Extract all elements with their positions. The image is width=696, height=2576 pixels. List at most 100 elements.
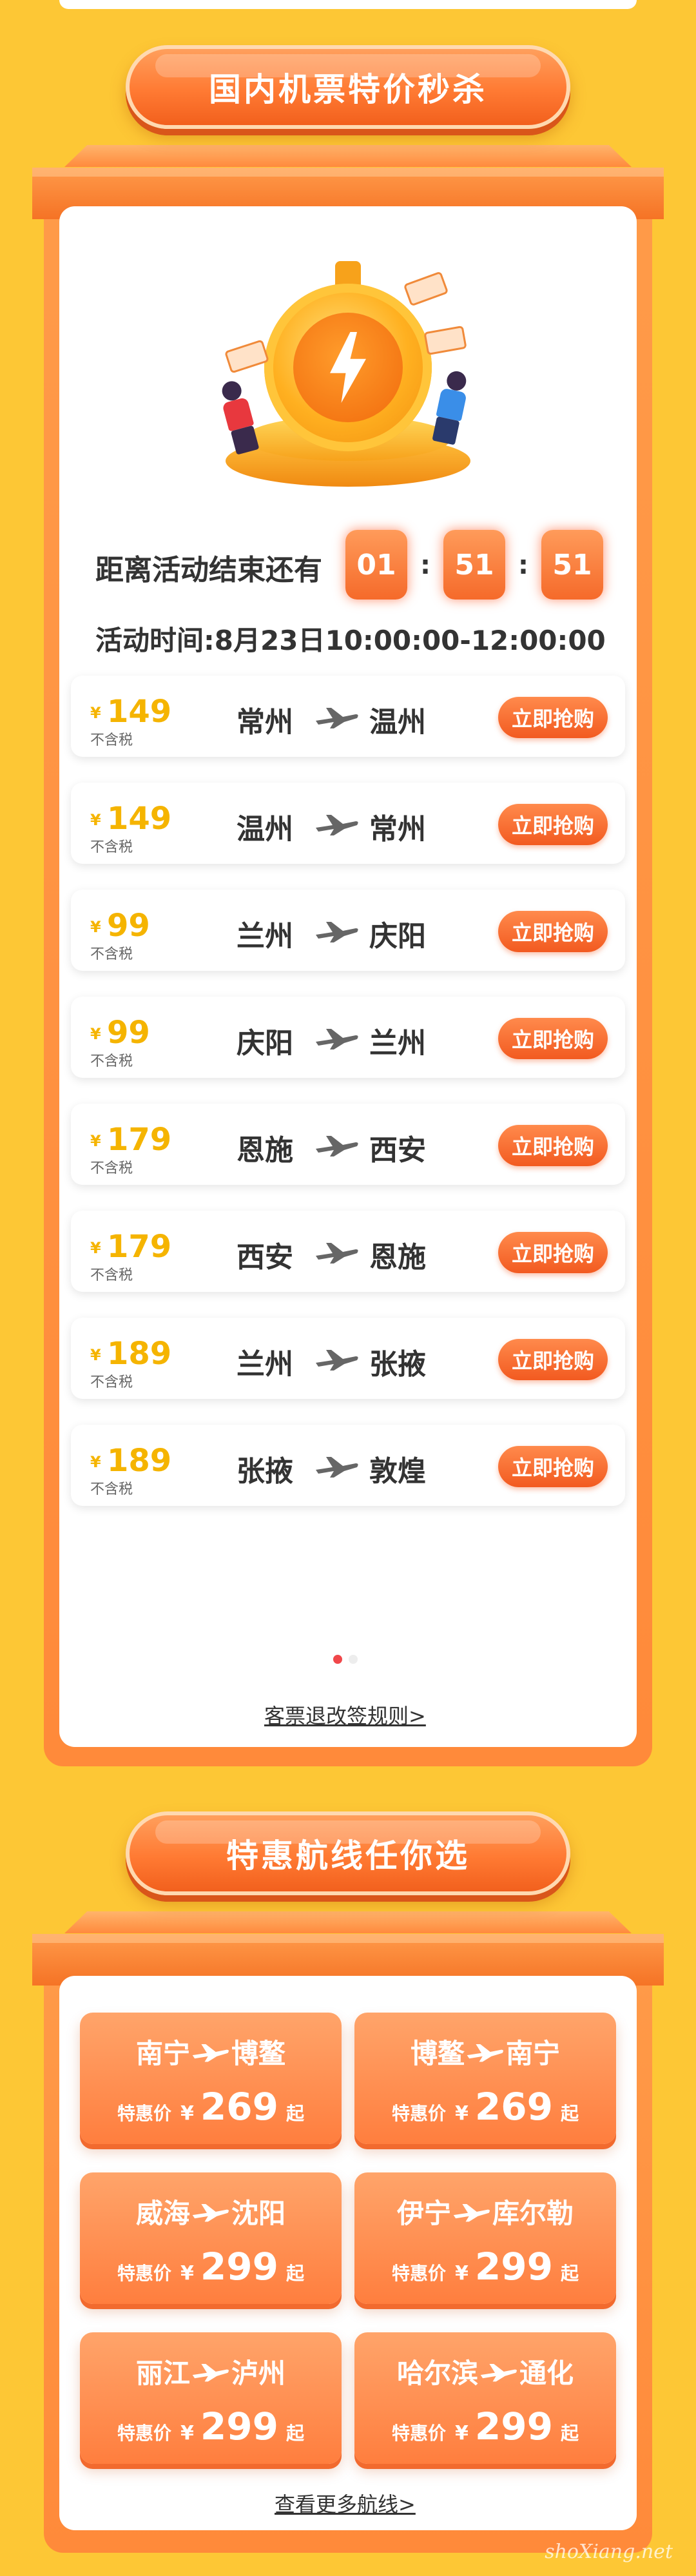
origin-city: 恩施 — [237, 1134, 293, 1167]
currency-symbol: ¥ — [180, 2262, 194, 2285]
plane-icon — [316, 922, 358, 942]
plane-icon — [192, 2363, 229, 2381]
flight-price: 99 — [107, 908, 150, 944]
route-pair: 博鳌 南宁 — [354, 2032, 616, 2071]
flight-row[interactable]: ¥ 149 不含税 常州 温州 立即抢购 — [71, 676, 625, 757]
currency-symbol: ¥ — [180, 2422, 194, 2444]
route-tile[interactable]: 威海 沈阳 特惠价 ¥ 299 起 — [80, 2172, 342, 2304]
currency-symbol: ¥ — [90, 1453, 101, 1471]
deal-label: 特惠价 — [117, 2103, 172, 2124]
route-to: 博鳌 — [231, 2038, 286, 2069]
route-price: 299 — [474, 2405, 553, 2448]
countdown-separator: : — [420, 551, 430, 580]
origin-city: 张掖 — [237, 1455, 293, 1488]
price-suffix: 起 — [560, 2423, 579, 2444]
watermark: shoXiang.net — [545, 2541, 673, 2563]
currency-symbol: ¥ — [90, 704, 101, 722]
price-suffix: 起 — [560, 2103, 579, 2124]
origin-city: 常州 — [237, 706, 293, 739]
pagination-dot-active[interactable] — [333, 1655, 342, 1664]
route-deal: 特惠价 ¥ 299 起 — [354, 2405, 616, 2448]
route-price: 299 — [474, 2245, 553, 2288]
currency-symbol: ¥ — [90, 1025, 101, 1043]
routes-title: 特惠航线任你选 — [126, 1811, 570, 1895]
route-to: 通化 — [519, 2357, 574, 2389]
routes-title-pedestal — [64, 1911, 632, 1933]
deal-label: 特惠价 — [117, 2263, 172, 2284]
plane-icon — [480, 2363, 517, 2381]
route-tile[interactable]: 伊宁 库尔勒 特惠价 ¥ 299 起 — [354, 2172, 616, 2304]
route-pair: 伊宁 库尔勒 — [354, 2192, 616, 2231]
route-price: 299 — [200, 2405, 278, 2448]
route-deal: 特惠价 ¥ 299 起 — [80, 2405, 342, 2448]
flight-price: 189 — [107, 1443, 172, 1479]
countdown-label: 距离活动结束还有 — [95, 554, 322, 587]
route-tile[interactable]: 哈尔滨 通化 特惠价 ¥ 299 起 — [354, 2332, 616, 2464]
plane-icon — [316, 1457, 358, 1478]
flight-row[interactable]: ¥ 179 不含税 恩施 西安 立即抢购 — [71, 1104, 625, 1185]
tax-note: 不含税 — [90, 1481, 133, 1498]
destination-city: 恩施 — [369, 1241, 426, 1274]
destination-city: 温州 — [369, 706, 426, 739]
origin-city: 西安 — [237, 1241, 293, 1274]
person-left-icon — [217, 378, 260, 455]
currency-symbol: ¥ — [180, 2102, 194, 2125]
flight-price: 149 — [107, 801, 172, 837]
route-from: 伊宁 — [396, 2198, 451, 2229]
flight-row[interactable]: ¥ 99 不含税 兰州 庆阳 立即抢购 — [71, 890, 625, 971]
route-tile[interactable]: 博鳌 南宁 特惠价 ¥ 269 起 — [354, 2013, 616, 2144]
plane-icon — [316, 1243, 358, 1264]
destination-city: 常州 — [369, 813, 426, 846]
buy-now-button[interactable]: 立即抢购 — [498, 1339, 608, 1380]
tax-note: 不含税 — [90, 839, 133, 855]
buy-now-button[interactable]: 立即抢购 — [498, 1018, 608, 1059]
flight-price: 149 — [107, 694, 172, 730]
route-from: 博鳌 — [410, 2038, 465, 2069]
route-price: 269 — [474, 2085, 553, 2129]
plane-icon — [316, 1029, 358, 1049]
plane-icon — [316, 708, 358, 728]
pagination-dot[interactable] — [349, 1655, 358, 1664]
flight-row[interactable]: ¥ 189 不含税 张掖 敦煌 立即抢购 — [71, 1425, 625, 1506]
flight-row[interactable]: ¥ 149 不含税 温州 常州 立即抢购 — [71, 783, 625, 864]
route-pair: 威海 沈阳 — [80, 2192, 342, 2231]
flight-row[interactable]: ¥ 179 不含税 西安 恩施 立即抢购 — [71, 1211, 625, 1292]
ticket-icon — [403, 271, 449, 307]
tax-note: 不含税 — [90, 1374, 133, 1390]
buy-now-button[interactable]: 立即抢购 — [498, 1446, 608, 1487]
flash-sale-title: 国内机票特价秒杀 — [126, 45, 570, 129]
more-routes-link[interactable]: 查看更多航线> — [275, 2488, 416, 2518]
buy-now-button[interactable]: 立即抢购 — [498, 804, 608, 845]
destination-city: 兰州 — [369, 1027, 426, 1060]
ticket-icon — [423, 325, 467, 356]
routes-title-text: 特惠航线任你选 — [226, 1837, 470, 1875]
currency-symbol: ¥ — [90, 1132, 101, 1150]
flight-row[interactable]: ¥ 189 不含税 兰州 张掖 立即抢购 — [71, 1318, 625, 1399]
deal-label: 特惠价 — [392, 2423, 447, 2444]
deal-label: 特惠价 — [392, 2103, 447, 2124]
origin-city: 兰州 — [237, 920, 293, 953]
route-to: 库尔勒 — [492, 2198, 574, 2229]
destination-city: 西安 — [369, 1134, 426, 1167]
route-pair: 丽江 泸州 — [80, 2352, 342, 2391]
route-tile[interactable]: 南宁 博鳌 特惠价 ¥ 269 起 — [80, 2013, 342, 2144]
buy-now-button[interactable]: 立即抢购 — [498, 911, 608, 952]
price-suffix: 起 — [560, 2263, 579, 2284]
route-tile[interactable]: 丽江 泸州 特惠价 ¥ 299 起 — [80, 2332, 342, 2464]
price-suffix: 起 — [285, 2263, 304, 2284]
currency-symbol: ¥ — [90, 1346, 101, 1364]
previous-card-edge — [59, 0, 637, 9]
flight-row[interactable]: ¥ 99 不含税 庆阳 兰州 立即抢购 — [71, 997, 625, 1078]
origin-city: 温州 — [237, 813, 293, 846]
route-to: 南宁 — [506, 2038, 561, 2069]
buy-now-button[interactable]: 立即抢购 — [498, 697, 608, 738]
countdown-seconds: 51 — [541, 530, 603, 600]
buy-now-button[interactable]: 立即抢购 — [498, 1125, 608, 1166]
flight-price: 189 — [107, 1336, 172, 1372]
refund-rules-link[interactable]: 客票退改签规则> — [264, 1700, 426, 1730]
person-right-icon — [431, 369, 471, 445]
buy-now-button[interactable]: 立即抢购 — [498, 1232, 608, 1273]
route-deal: 特惠价 ¥ 269 起 — [354, 2085, 616, 2129]
price-suffix: 起 — [285, 2103, 304, 2124]
currency-symbol: ¥ — [455, 2262, 469, 2285]
